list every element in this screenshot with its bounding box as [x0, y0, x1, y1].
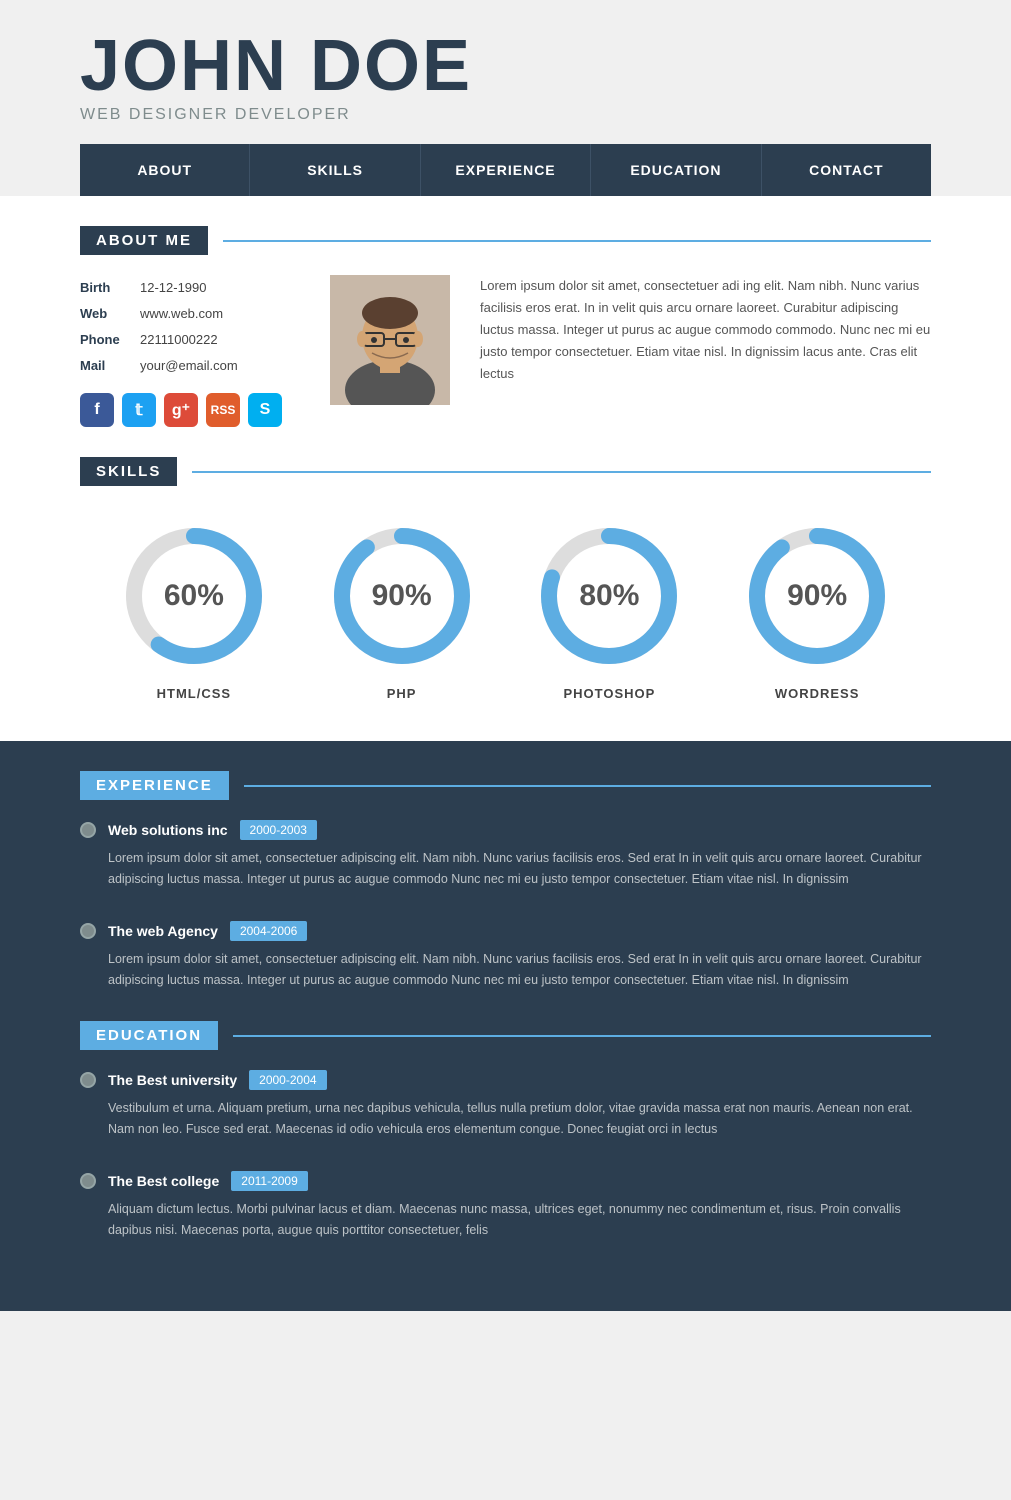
edu-date-1: 2011-2009 [231, 1171, 308, 1191]
mail-label: Mail [80, 353, 130, 379]
experience-label: EXPERIENCE [80, 771, 229, 800]
edu-school-0: The Best university [108, 1072, 237, 1088]
donut-photoshop: 80% [529, 516, 689, 676]
skill-percent-wordpress: 90% [787, 579, 847, 613]
donut-htmlcss: 60% [114, 516, 274, 676]
exp-header-0: Web solutions inc 2000-2003 [80, 820, 931, 840]
exp-header-1: The web Agency 2004-2006 [80, 921, 931, 941]
about-section-header: ABOUT ME [80, 226, 931, 255]
exp-company-1: The web Agency [108, 923, 218, 939]
education-item-1: The Best college 2011-2009 Aliquam dictu… [80, 1171, 931, 1242]
exp-dot-0 [80, 822, 96, 838]
edu-school-1: The Best college [108, 1173, 219, 1189]
navigation: ABOUT SKILLS EXPERIENCE EDUCATION CONTAC… [80, 144, 931, 196]
profile-photo [330, 275, 450, 427]
skill-htmlcss: 60% HTML/CSS [114, 516, 274, 701]
about-left-column: Birth 12-12-1990 Web www.web.com Phone 2… [80, 275, 300, 427]
facebook-icon[interactable]: f [80, 393, 114, 427]
rss-icon[interactable]: RSS [206, 393, 240, 427]
donut-wordpress: 90% [737, 516, 897, 676]
experience-item-0: Web solutions inc 2000-2003 Lorem ipsum … [80, 820, 931, 891]
edu-dot-0 [80, 1072, 96, 1088]
exp-desc-0: Lorem ipsum dolor sit amet, consectetuer… [80, 848, 931, 891]
nav-contact[interactable]: CONTACT [762, 144, 931, 196]
web-label: Web [80, 301, 130, 327]
edu-desc-0: Vestibulum et urna. Aliquam pretium, urn… [80, 1098, 931, 1141]
exp-date-0: 2000-2003 [240, 820, 317, 840]
about-info: Birth 12-12-1990 Web www.web.com Phone 2… [80, 275, 300, 379]
job-title: WEB DESIGNER DEVELOPER [80, 106, 931, 124]
phone-value: 22111000222 [140, 327, 218, 353]
skype-icon[interactable]: S [248, 393, 282, 427]
skill-percent-php: 90% [372, 579, 432, 613]
skill-php: 90% PHP [322, 516, 482, 701]
skills-divider [192, 471, 931, 473]
skill-label-php: PHP [387, 686, 417, 701]
nav-experience[interactable]: EXPERIENCE [421, 144, 591, 196]
skill-wordpress: 90% WORDRESS [737, 516, 897, 701]
googleplus-icon[interactable]: g⁺ [164, 393, 198, 427]
skills-section: SKILLS 60% HTML/CSS [80, 457, 931, 701]
exp-desc-1: Lorem ipsum dolor sit amet, consectetuer… [80, 949, 931, 992]
donut-php: 90% [322, 516, 482, 676]
edu-dot-1 [80, 1173, 96, 1189]
edu-date-0: 2000-2004 [249, 1070, 326, 1090]
education-item-0: The Best university 2000-2004 Vestibulum… [80, 1070, 931, 1141]
experience-item-1: The web Agency 2004-2006 Lorem ipsum dol… [80, 921, 931, 992]
social-icons: f 𝕥 g⁺ RSS S [80, 393, 300, 427]
education-section: EDUCATION The Best university 2000-2004 … [80, 1021, 931, 1241]
skill-percent-htmlcss: 60% [164, 579, 224, 613]
education-section-header: EDUCATION [80, 1021, 931, 1050]
web-value: www.web.com [140, 301, 223, 327]
birth-label: Birth [80, 275, 130, 301]
skill-label-photoshop: PHOTOSHOP [563, 686, 655, 701]
skill-label-htmlcss: HTML/CSS [157, 686, 231, 701]
skills-charts: 60% HTML/CSS 90% PHP [80, 516, 931, 701]
skills-label: SKILLS [80, 457, 177, 486]
experience-section-header: EXPERIENCE [80, 771, 931, 800]
edu-header-1: The Best college 2011-2009 [80, 1171, 931, 1191]
nav-education[interactable]: EDUCATION [591, 144, 761, 196]
about-bio: Lorem ipsum dolor sit amet, consectetuer… [480, 275, 931, 427]
skills-section-header: SKILLS [80, 457, 931, 486]
dark-section: EXPERIENCE Web solutions inc 2000-2003 L… [0, 741, 1011, 1311]
exp-dot-1 [80, 923, 96, 939]
education-divider [233, 1035, 931, 1037]
skill-label-wordpress: WORDRESS [775, 686, 860, 701]
about-grid: Birth 12-12-1990 Web www.web.com Phone 2… [80, 275, 931, 427]
experience-list: Web solutions inc 2000-2003 Lorem ipsum … [80, 820, 931, 991]
mail-value: your@email.com [140, 353, 238, 379]
experience-divider [244, 785, 931, 787]
skill-percent-photoshop: 80% [579, 579, 639, 613]
nav-about[interactable]: ABOUT [80, 144, 250, 196]
about-divider [223, 240, 931, 242]
name-heading: JOHN DOE [80, 30, 931, 102]
twitter-icon[interactable]: 𝕥 [122, 393, 156, 427]
edu-desc-1: Aliquam dictum lectus. Morbi pulvinar la… [80, 1199, 931, 1242]
about-label: ABOUT ME [80, 226, 208, 255]
exp-date-1: 2004-2006 [230, 921, 307, 941]
white-section: ABOUT ME Birth 12-12-1990 Web www.web.co… [0, 196, 1011, 741]
skill-photoshop: 80% PHOTOSHOP [529, 516, 689, 701]
edu-header-0: The Best university 2000-2004 [80, 1070, 931, 1090]
education-list: The Best university 2000-2004 Vestibulum… [80, 1070, 931, 1241]
phone-label: Phone [80, 327, 130, 353]
exp-company-0: Web solutions inc [108, 822, 228, 838]
header: JOHN DOE WEB DESIGNER DEVELOPER [0, 0, 1011, 124]
nav-skills[interactable]: SKILLS [250, 144, 420, 196]
birth-value: 12-12-1990 [140, 275, 207, 301]
education-label: EDUCATION [80, 1021, 218, 1050]
